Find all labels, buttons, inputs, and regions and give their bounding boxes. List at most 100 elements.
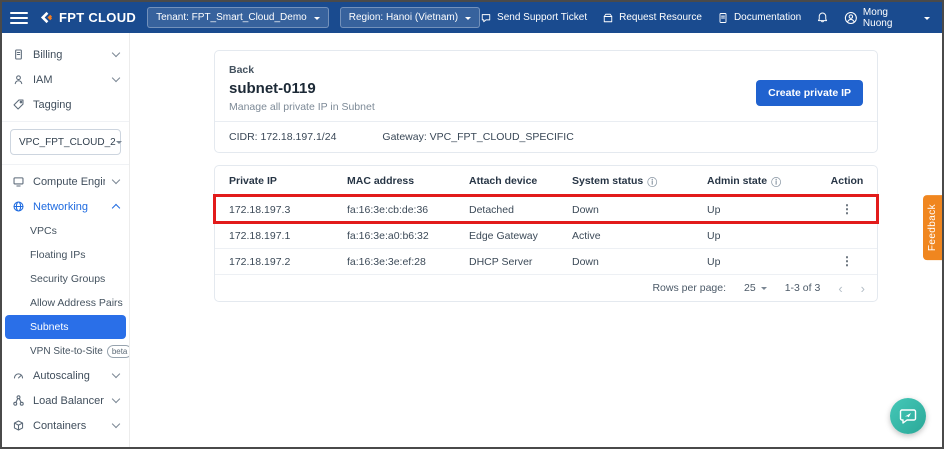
create-private-ip-button[interactable]: Create private IP <box>756 80 863 106</box>
tag-icon <box>12 98 25 111</box>
chevron-down-icon <box>112 370 120 378</box>
notifications-bell-icon[interactable] <box>816 11 829 24</box>
topbar: FPT CLOUD Tenant: FPT_Smart_Cloud_Demo R… <box>2 2 942 33</box>
chevron-down-icon <box>112 74 120 82</box>
brand-name: FPT CLOUD <box>59 10 136 25</box>
documentation-icon <box>717 12 729 24</box>
sidebar-item-tagging[interactable]: Tagging <box>2 92 129 117</box>
cell-private-ip: 172.18.197.1 <box>229 230 347 242</box>
documentation-label: Documentation <box>734 12 801 23</box>
row-actions-kebab-icon[interactable]: ⋮ <box>841 255 853 267</box>
request-resource-icon <box>602 12 614 24</box>
cell-admin-state: Up <box>707 230 817 242</box>
sidebar-item-label: Allow Address Pairs <box>30 297 123 309</box>
user-menu[interactable]: Mong Nuong <box>844 7 930 29</box>
sidebar-item-label: VPCs <box>30 225 57 237</box>
billing-icon <box>12 48 25 61</box>
chevron-down-icon <box>465 17 471 23</box>
table-row[interactable]: 172.18.197.1 fa:16:3e:a0:b6:32 Edge Gate… <box>215 222 877 248</box>
sidebar-item-compute-engine[interactable]: Compute Engine <box>2 169 129 194</box>
tenant-dropdown[interactable]: Tenant: FPT_Smart_Cloud_Demo <box>147 7 329 28</box>
info-icon[interactable]: ⓘ <box>771 174 781 189</box>
sidebar-item-networking[interactable]: Networking <box>2 194 129 219</box>
sidebar-item-iam[interactable]: IAM <box>2 67 129 92</box>
load-balancer-icon <box>12 394 25 407</box>
chevron-down-icon <box>924 17 930 23</box>
support-chat-button[interactable] <box>890 398 926 434</box>
sidebar-item-label: Compute Engine <box>33 176 105 188</box>
request-resource-link[interactable]: Request Resource <box>602 12 702 24</box>
hamburger-menu-icon[interactable] <box>10 11 28 25</box>
table-header-row: Private IP MAC address Attach device Sys… <box>215 166 877 196</box>
header-attach-device: Attach device <box>469 175 572 187</box>
tenant-label: Tenant: FPT_Smart_Cloud_Demo <box>156 12 307 23</box>
sidebar-item-label: IAM <box>33 74 105 86</box>
app-window: FPT CLOUD Tenant: FPT_Smart_Cloud_Demo R… <box>0 0 944 449</box>
sidebar-item-label: Autoscaling <box>33 370 105 382</box>
send-support-ticket-link[interactable]: Send Support Ticket <box>480 12 587 24</box>
cell-system-status: Down <box>572 204 707 216</box>
sidebar-item-billing[interactable]: Billing <box>2 42 129 67</box>
iam-icon <box>12 73 25 86</box>
sidebar-item-load-balancer[interactable]: Load Balancer <box>2 388 129 413</box>
sidebar-item-allow-address-pairs[interactable]: Allow Address Pairs <box>2 291 129 315</box>
cell-admin-state: Up <box>707 256 817 268</box>
chevron-down-icon <box>112 176 120 184</box>
header-admin-state: Admin state ⓘ <box>707 174 817 189</box>
chevron-down-icon <box>314 17 320 23</box>
cell-mac-address: fa:16:3e:3e:ef:28 <box>347 256 469 268</box>
sidebar-item-label: VPN Site-to-Site <box>30 346 103 357</box>
sidebar-item-vpcs[interactable]: VPCs <box>2 219 129 243</box>
sidebar-item-label: Containers <box>33 420 105 432</box>
header-label: System status <box>572 175 643 187</box>
sidebar-item-label: Networking <box>33 201 105 213</box>
sidebar-item-vpn-site-to-site[interactable]: VPN Site-to-Site beta <box>2 339 129 363</box>
sidebar-item-label: Load Balancer <box>33 395 105 407</box>
vpc-selector[interactable]: VPC_FPT_CLOUD_2 <box>10 129 121 155</box>
back-link[interactable]: Back <box>229 64 254 76</box>
chevron-down-icon <box>112 395 120 403</box>
page-title: subnet-0119 <box>229 80 375 98</box>
header-action: Action <box>817 175 877 187</box>
info-icon[interactable]: ⓘ <box>647 174 657 189</box>
feedback-tab[interactable]: Feedback <box>923 195 942 260</box>
page-subtitle: Manage all private IP in Subnet <box>229 101 375 113</box>
rows-per-page-label: Rows per page: <box>652 282 726 294</box>
chevron-down-icon <box>112 49 120 57</box>
cell-system-status: Down <box>572 256 707 268</box>
header-private-ip: Private IP <box>229 175 347 187</box>
next-page-icon[interactable]: › <box>861 282 865 295</box>
sidebar-item-containers[interactable]: Containers <box>2 413 129 438</box>
cell-private-ip: 172.18.197.3 <box>229 204 347 216</box>
containers-icon <box>12 419 25 432</box>
region-dropdown[interactable]: Region: Hanoi (Vietnam) <box>340 7 480 28</box>
sidebar-item-label: Billing <box>33 49 105 61</box>
cell-system-status: Active <box>572 230 707 242</box>
cell-mac-address: fa:16:3e:a0:b6:32 <box>347 230 469 242</box>
fpt-logo-icon <box>39 11 54 24</box>
row-actions-kebab-icon[interactable]: ⋮ <box>841 203 853 215</box>
header-mac-address: MAC address <box>347 175 469 187</box>
sidebar-item-label: Tagging <box>33 99 119 111</box>
table-row[interactable]: 172.18.197.2 fa:16:3e:3e:ef:28 DHCP Serv… <box>215 248 877 274</box>
sidebar-item-floating-ips[interactable]: Floating IPs <box>2 243 129 267</box>
table-row[interactable]: 172.18.197.3 fa:16:3e:cb:de:36 Detached … <box>215 196 877 222</box>
header-system-status: System status ⓘ <box>572 174 707 189</box>
chevron-down-icon <box>116 141 122 147</box>
support-ticket-icon <box>480 12 492 24</box>
rows-per-page-select[interactable]: 25 <box>744 282 767 294</box>
vpc-selector-value: VPC_FPT_CLOUD_2 <box>19 137 116 148</box>
sidebar-item-label: Floating IPs <box>30 249 85 261</box>
user-name: Mong Nuong <box>863 7 919 29</box>
sidebar-item-autoscaling[interactable]: Autoscaling <box>2 363 129 388</box>
previous-page-icon[interactable]: ‹ <box>838 282 842 295</box>
sidebar-item-security-groups[interactable]: Security Groups <box>2 267 129 291</box>
sidebar-item-subnets[interactable]: Subnets <box>5 315 126 339</box>
documentation-link[interactable]: Documentation <box>717 12 801 24</box>
cell-admin-state: Up <box>707 204 817 216</box>
cell-attach-device: Detached <box>469 204 572 216</box>
sidebar-divider <box>2 121 129 122</box>
header-label: Admin state <box>707 175 767 187</box>
chevron-down-icon <box>112 420 120 428</box>
pagination-range: 1-3 of 3 <box>785 282 821 294</box>
